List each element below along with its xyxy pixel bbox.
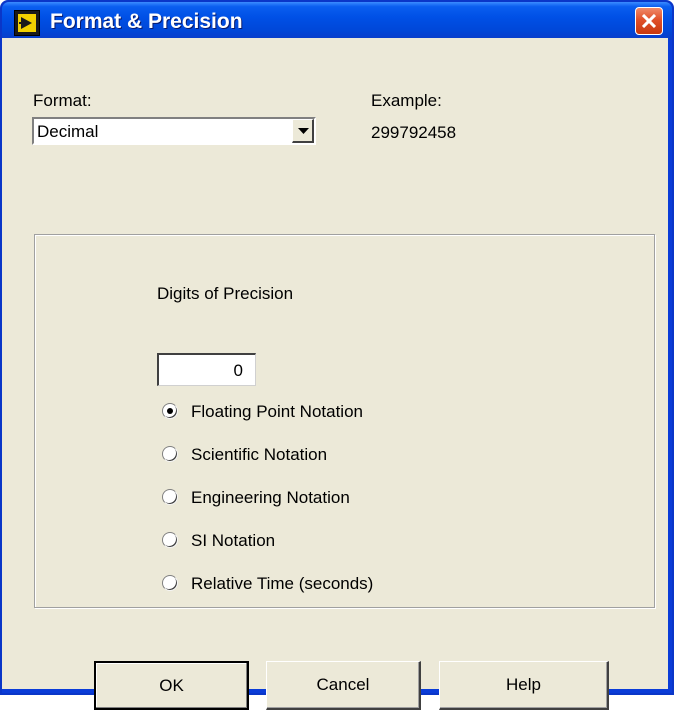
floating-point-label: Floating Point Notation xyxy=(191,402,363,421)
scientific-radio[interactable] xyxy=(162,446,178,462)
title-bar[interactable]: Format & Precision xyxy=(2,2,672,40)
relative-time-label: Relative Time (seconds) xyxy=(191,574,374,593)
si-radio[interactable] xyxy=(162,532,178,548)
help-button[interactable]: Help xyxy=(439,661,609,710)
close-button[interactable] xyxy=(635,7,663,35)
scientific-label: Scientific Notation xyxy=(191,445,328,464)
digits-of-precision-label: Digits of Precision xyxy=(157,284,294,303)
relative-time-radio[interactable] xyxy=(162,575,178,591)
ok-button[interactable]: OK xyxy=(94,661,249,710)
labview-run-icon xyxy=(14,10,40,36)
cancel-button[interactable]: Cancel xyxy=(266,661,421,710)
si-label: SI Notation xyxy=(191,531,276,550)
digits-of-precision-value: 0 xyxy=(233,361,243,380)
example-label: Example: xyxy=(371,91,442,110)
format-dropdown[interactable]: Decimal xyxy=(32,117,316,145)
example-value: 299792458 xyxy=(371,123,457,142)
engineering-radio[interactable] xyxy=(162,489,178,505)
engineering-label: Engineering Notation xyxy=(191,488,350,507)
chevron-down-icon xyxy=(298,128,309,134)
floating-point-radio[interactable] xyxy=(162,403,178,419)
close-icon xyxy=(642,14,656,28)
format-label: Format: xyxy=(33,91,92,110)
dialog-client-area: Format: Decimal Example: 299792458 Digit… xyxy=(2,38,668,710)
format-selected-value: Decimal xyxy=(37,122,99,141)
digits-of-precision-input[interactable]: 0 xyxy=(157,353,256,386)
format-dropdown-button[interactable] xyxy=(292,119,314,143)
dialog-title: Format & Precision xyxy=(50,10,243,33)
